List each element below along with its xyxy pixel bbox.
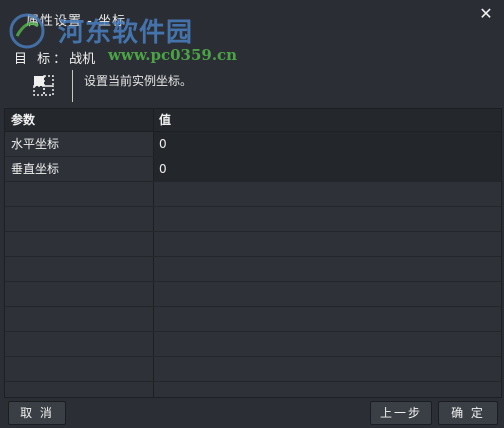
description-row: 设置当前实例坐标。 [0,70,504,104]
value-cell [154,182,501,206]
target-line: 目 标：战机 [14,48,95,67]
param-cell: 垂直坐标 [5,157,154,181]
value-cell [154,207,501,231]
param-cell [5,232,154,256]
description-text: 设置当前实例坐标。 [84,74,193,88]
cancel-button[interactable]: 取 消 [8,401,66,425]
table-row [5,382,501,397]
param-cell [5,307,154,331]
param-cell [5,207,154,231]
value-cell [154,257,501,281]
param-cell: 水平坐标 [5,132,154,156]
value-cell [154,232,501,256]
value-cell[interactable]: 0 [154,157,501,181]
table-row [5,357,501,382]
header-value: 值 [159,113,172,127]
watermark-logo [9,13,45,49]
grid-header: 参数 值 [5,109,501,132]
value-cell [154,307,501,331]
table-row [5,232,501,257]
watermark-url: www.pc0359.cn [108,46,238,64]
target-value: 战机 [69,52,96,67]
table-row [5,207,501,232]
value-cell [154,382,501,397]
table-row[interactable]: 垂直坐标 0 [5,157,501,182]
close-button[interactable]: ✕ [476,4,496,24]
property-grid: 参数 值 水平坐标 0 垂直坐标 0 [4,108,502,398]
table-row [5,182,501,207]
value-cell [154,332,501,356]
value-cell[interactable]: 0 [154,132,501,156]
watermark-name: 河东软件园 [58,18,194,48]
target-label: 目 标： [14,52,70,67]
coordinate-frame-icon [33,75,54,96]
value-cell [154,357,501,381]
close-icon: ✕ [479,4,493,23]
table-row [5,257,501,282]
header-param: 参数 [5,109,154,131]
table-row [5,307,501,332]
table-row [5,282,501,307]
table-row [5,332,501,357]
previous-button[interactable]: 上一步 [370,401,432,425]
param-cell [5,357,154,381]
param-cell [5,182,154,206]
table-row[interactable]: 水平坐标 0 [5,132,501,157]
param-cell [5,332,154,356]
param-cell [5,382,154,397]
value-cell [154,282,501,306]
description-divider [72,70,73,102]
param-cell [5,257,154,281]
param-cell [5,282,154,306]
ok-button[interactable]: 确 定 [438,401,498,425]
